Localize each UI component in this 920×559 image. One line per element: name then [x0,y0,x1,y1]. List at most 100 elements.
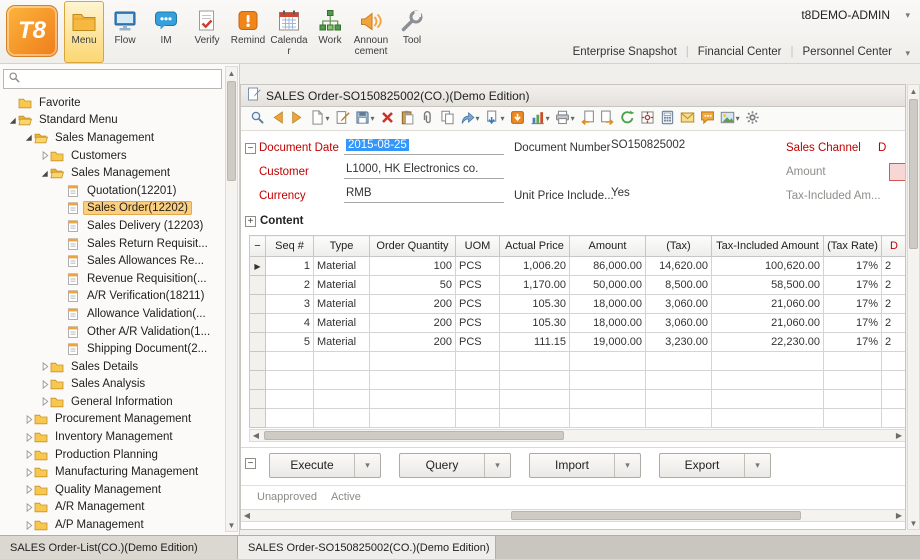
cell-tax[interactable]: 3,060.00 [646,314,712,333]
cell-seq[interactable]: 5 [266,333,314,352]
cell-empty[interactable] [646,352,712,371]
tree-item-sales-return-requisit[interactable]: Sales Return Requisit... [0,235,225,253]
column-header-d[interactable]: D [882,236,907,257]
cell-actual-price[interactable]: 1,006.20 [500,257,570,276]
cell-tax-rate[interactable]: 17% [824,333,882,352]
import-button[interactable]: Import▾ [529,453,641,478]
detail-section-toggle[interactable]: − [245,458,256,469]
currency-field[interactable]: RMB [344,187,504,203]
toolbar-chat-button[interactable] [697,109,717,129]
export-button[interactable]: Export▾ [659,453,771,478]
column-header-amount[interactable]: Amount [570,236,646,257]
table-row[interactable]: 4Material200PCS105.3018,000.003,060.0021… [250,314,907,333]
cell-amount[interactable]: 19,000.00 [570,333,646,352]
cell-empty[interactable] [712,352,824,371]
cell-actual-price[interactable]: 105.30 [500,314,570,333]
scroll-thumb[interactable] [511,511,801,520]
tree-expander-icon[interactable] [38,396,50,407]
doc-vertical-scrollbar[interactable]: ▲ ▼ [907,84,920,530]
tree-expander-icon[interactable] [38,379,50,390]
document-date-field[interactable]: 2015-08-25 [344,139,504,155]
dropdown-caret-icon[interactable]: ▾ [546,114,550,123]
tree-expander-icon[interactable] [22,484,34,495]
cell-empty[interactable] [370,352,456,371]
tab-sales-order-list-co-demo-edition[interactable]: SALES Order-List(CO.)(Demo Edition) [0,536,238,559]
column-header-tax-included-amount[interactable]: Tax-Included Amount [712,236,824,257]
tree-expander-icon[interactable] [38,361,50,372]
ribbon-button-menu[interactable]: Menu [64,1,104,63]
toolbar-attach-button[interactable] [417,109,437,129]
table-row[interactable]: 5Material200PCS111.1519,000.003,230.0022… [250,333,907,352]
cell-actual-price[interactable]: 111.15 [500,333,570,352]
tree-item-general-information[interactable]: General Information [0,393,225,411]
query-dropdown[interactable]: ▾ [484,454,510,477]
toolbar-insert-button[interactable]: ▾ [482,109,507,129]
dropdown-caret-icon[interactable]: ▾ [736,114,740,123]
toolbar-refresh-button[interactable] [617,109,637,129]
tree-expander-icon[interactable] [22,520,34,531]
row-header[interactable] [250,295,266,314]
cell-empty[interactable] [882,390,907,409]
cell-tax-included-amount[interactable]: 22,230.00 [712,333,824,352]
cell-empty[interactable] [824,409,882,428]
toolbar-calculator-button[interactable] [657,109,677,129]
tree-expander-icon[interactable] [38,168,50,179]
sidebar-search-box[interactable] [3,69,222,89]
cell-seq[interactable]: 3 [266,295,314,314]
sales-channel-field[interactable]: D [878,142,886,154]
cell-empty[interactable] [882,409,907,428]
tree-item-production-planning[interactable]: Production Planning [0,446,225,464]
cell-tax[interactable]: 14,620.00 [646,257,712,276]
cell-empty[interactable] [370,371,456,390]
dropdown-caret-icon[interactable]: ▾ [476,114,480,123]
column-header-order-quantity[interactable]: Order Quantity [370,236,456,257]
cell-seq[interactable]: 2 [266,276,314,295]
import-dropdown[interactable]: ▾ [614,454,640,477]
toolbar-back-button[interactable] [267,109,287,129]
document-number-field[interactable]: SO150825002 [609,139,711,155]
tree-expander-icon[interactable] [38,150,50,161]
column-header-uom[interactable]: UOM [456,236,500,257]
cell-empty[interactable] [456,409,500,428]
column-header-actual-price[interactable]: Actual Price [500,236,570,257]
links-overflow-caret-icon[interactable]: ▾ [905,49,910,58]
doc-horizontal-scrollbar[interactable]: ◀ ▶ [241,509,905,522]
toolbar-edit-button[interactable] [332,109,352,129]
cell-empty[interactable] [500,352,570,371]
cell-amount[interactable]: 86,000.00 [570,257,646,276]
tree-item-procurement-management[interactable]: Procurement Management [0,411,225,429]
scroll-thumb[interactable] [227,81,236,181]
cell-empty[interactable] [314,371,370,390]
tree-item-quality-management[interactable]: Quality Management [0,481,225,499]
tree-item-a-r-verification-18211[interactable]: A/R Verification(18211) [0,288,225,306]
cell-amount[interactable]: 18,000.00 [570,314,646,333]
ribbon-button-flow[interactable]: Flow [105,1,145,63]
ribbon-button-announcement[interactable]: Announcement [351,1,391,63]
tree-item-allowance-validation[interactable]: Allowance Validation(... [0,305,225,323]
column-header-type[interactable]: Type [314,236,370,257]
cell-empty[interactable] [266,371,314,390]
cell-empty[interactable] [882,352,907,371]
cell-empty[interactable] [266,352,314,371]
toolbar-paste-button[interactable] [397,109,417,129]
cell-d[interactable]: 2 [882,276,907,295]
ribbon-button-calendar[interactable]: Calendar [269,1,309,63]
tree-item-sales-management[interactable]: Sales Management [0,164,225,182]
cell-tax-rate[interactable]: 17% [824,295,882,314]
tree-expander-icon[interactable] [22,502,34,513]
amount-field[interactable] [889,163,906,181]
tab-sales-order-so150825002-co-demo-edition[interactable]: SALES Order-SO150825002(CO.)(Demo Editio… [238,536,496,559]
cell-empty[interactable] [500,390,570,409]
cell-actual-price[interactable]: 1,170.00 [500,276,570,295]
scroll-left-button[interactable]: ◀ [241,510,253,521]
cell-tax-included-amount[interactable]: 100,620.00 [712,257,824,276]
row-header[interactable] [250,314,266,333]
sidebar-scrollbar[interactable]: ▲ ▼ [225,66,238,532]
cell-empty[interactable] [500,409,570,428]
cell-order-quantity[interactable]: 200 [370,314,456,333]
cell-tax[interactable]: 3,230.00 [646,333,712,352]
cell-empty[interactable] [646,409,712,428]
table-row-empty[interactable] [250,390,907,409]
tree-item-quotation-12201[interactable]: Quotation(12201) [0,182,225,200]
tree-item-sales-management[interactable]: Sales Management [0,129,225,147]
